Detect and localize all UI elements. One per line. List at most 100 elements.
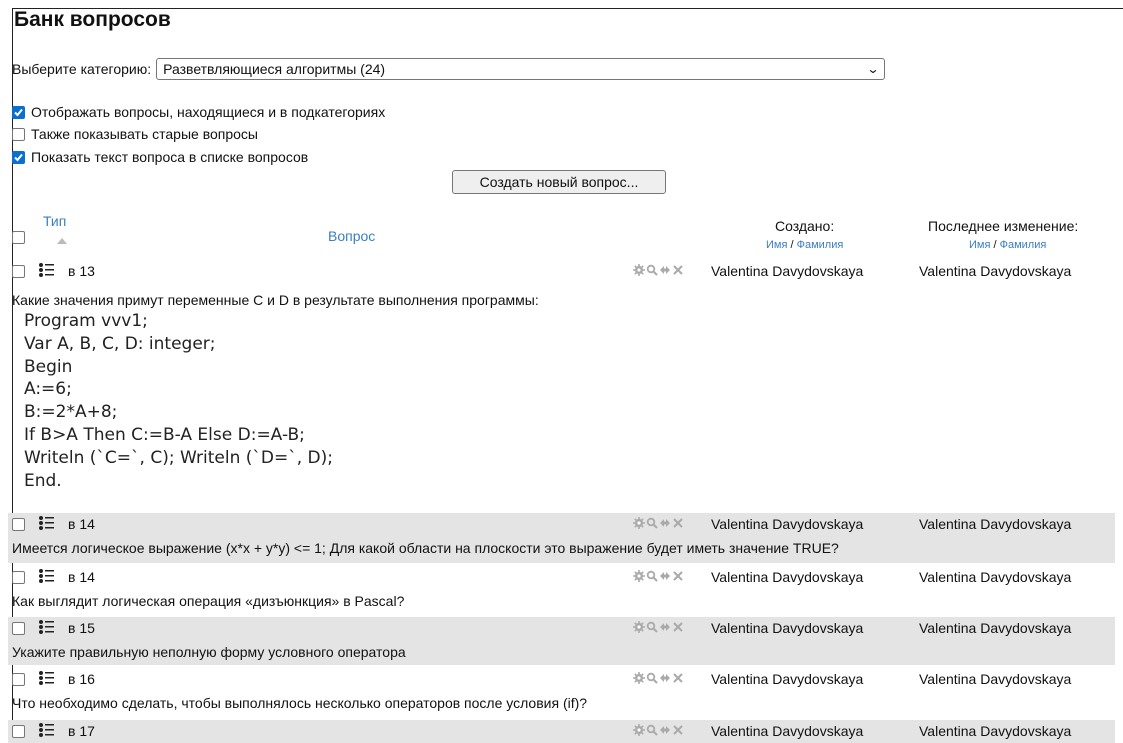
question-code: Program vvv1; Var A, B, C, D: integer; Beg… (24, 310, 333, 492)
question-checkbox[interactable] (12, 518, 25, 531)
question-name: в 16 (68, 671, 95, 687)
sort-type-link[interactable]: Тип (43, 213, 66, 229)
option-label: Показать текст вопроса в списке вопросов (31, 149, 309, 165)
sort-created-first-name[interactable]: Имя (766, 239, 787, 251)
question-name: в 14 (68, 569, 95, 585)
old-questions-checkbox[interactable] (12, 127, 25, 141)
table-header: Тип Вопрос Создано: Имя / Фамилия Послед… (0, 204, 1123, 254)
move-icon[interactable] (659, 672, 671, 684)
created-by: Valentina Davydovskaya (711, 723, 864, 739)
question-actions (633, 672, 684, 684)
question-checkbox[interactable] (12, 673, 25, 686)
option-label: Отображать вопросы, находящиеся и в подк… (31, 104, 386, 120)
multichoice-list-icon (38, 262, 56, 281)
code-line: End. (24, 470, 62, 491)
preview-magnifier-icon[interactable] (646, 672, 658, 684)
question-text: Что необходимо сделать, чтобы выполнялос… (12, 695, 588, 711)
delete-icon[interactable] (672, 724, 684, 736)
question-row-header: в 14 Valentina Davydovskaya Valentina Da… (8, 566, 1115, 588)
code-line: Writeln (`C=`, C); Writeln (`D=`, D); (24, 447, 333, 468)
delete-icon[interactable] (672, 517, 684, 529)
move-icon[interactable] (659, 264, 671, 276)
show-text-checkbox[interactable] (12, 150, 25, 164)
move-icon[interactable] (659, 570, 671, 582)
page-title: Банк вопросов (14, 8, 171, 31)
sort-asc-icon (57, 238, 67, 244)
preview-magnifier-icon[interactable] (646, 724, 658, 736)
question-checkbox[interactable] (12, 622, 25, 635)
modified-by: Valentina Davydovskaya (919, 516, 1072, 532)
edit-gear-icon[interactable] (633, 264, 645, 276)
question-row-header: в 16 Valentina Davydovskaya Valentina Da… (8, 668, 1115, 690)
edit-gear-icon[interactable] (633, 621, 645, 633)
question-row-header: в 13 Valentina Davydovskaya Valentina Da… (8, 260, 1115, 282)
edit-gear-icon[interactable] (633, 570, 645, 582)
select-all-checkbox[interactable] (12, 231, 25, 244)
preview-magnifier-icon[interactable] (646, 517, 658, 529)
question-actions (633, 570, 684, 582)
question-actions (633, 724, 684, 736)
modified-by: Valentina Davydovskaya (919, 620, 1072, 636)
code-line: A:=6; (24, 379, 72, 400)
question-name: в 17 (68, 723, 95, 739)
modified-by: Valentina Davydovskaya (919, 569, 1072, 585)
modified-by: Valentina Davydovskaya (919, 263, 1072, 279)
move-icon[interactable] (659, 517, 671, 529)
option-show-text[interactable]: Показать текст вопроса в списке вопросов (12, 149, 308, 165)
option-old-questions[interactable]: Также показывать старые вопросы (12, 126, 258, 142)
question-checkbox[interactable] (12, 725, 25, 738)
modified-sort: Имя / Фамилия (969, 239, 1046, 251)
sort-modified-first-name[interactable]: Имя (969, 239, 990, 251)
question-row-header: в 15 Valentina Davydovskaya Valentina Da… (8, 617, 1115, 639)
sort-modified-last-name[interactable]: Фамилия (1000, 239, 1047, 251)
chevron-down-icon: ⌄ (866, 62, 880, 76)
created-by: Valentina Davydovskaya (711, 671, 864, 687)
question-row: в 16 Valentina Davydovskaya Valentina Da… (8, 668, 1115, 716)
delete-icon[interactable] (672, 570, 684, 582)
option-label: Также показывать старые вопросы (31, 126, 258, 142)
code-line: Program vvv1; (24, 311, 148, 331)
move-icon[interactable] (659, 621, 671, 633)
sort-question-link[interactable]: Вопрос (328, 228, 375, 244)
delete-icon[interactable] (672, 672, 684, 684)
created-header: Создано: (775, 218, 835, 234)
modified-by: Valentina Davydovskaya (919, 723, 1072, 739)
edit-gear-icon[interactable] (633, 517, 645, 529)
question-checkbox[interactable] (12, 265, 25, 278)
question-row: в 14 Valentina Davydovskaya Valentina Da… (8, 566, 1115, 614)
created-sort: Имя / Фамилия (766, 239, 843, 251)
edit-gear-icon[interactable] (633, 672, 645, 684)
preview-magnifier-icon[interactable] (646, 264, 658, 276)
subcategories-checkbox[interactable] (12, 105, 25, 119)
code-line: If B>A Then C:=B-A Else D:=A-B; (24, 424, 305, 445)
question-text: Укажите правильную неполную форму условн… (12, 644, 406, 660)
question-text: Как выглядит логическая операция «дизъюн… (12, 593, 405, 609)
category-select[interactable]: Разветвляющиеся алгоритмы (24) ⌄ (156, 58, 886, 80)
sort-separator: / (787, 239, 797, 251)
delete-icon[interactable] (672, 264, 684, 276)
delete-icon[interactable] (672, 621, 684, 633)
created-by: Valentina Davydovskaya (711, 569, 864, 585)
created-by: Valentina Davydovskaya (711, 263, 864, 279)
question-actions (633, 621, 684, 633)
sort-created-last-name[interactable]: Фамилия (797, 239, 844, 251)
question-name: в 14 (68, 516, 95, 532)
question-actions (633, 517, 684, 529)
preview-magnifier-icon[interactable] (646, 621, 658, 633)
created-by: Valentina Davydovskaya (711, 620, 864, 636)
question-row-header: в 17 Valentina Davydovskaya Valentina Da… (8, 720, 1115, 742)
multichoice-list-icon (38, 619, 56, 638)
question-row: в 17 Valentina Davydovskaya Valentina Da… (8, 720, 1115, 743)
question-name: в 13 (68, 263, 95, 279)
create-question-button[interactable]: Создать новый вопрос... (452, 170, 666, 194)
code-line: Var A, B, C, D: integer; (24, 333, 216, 354)
option-subcategories[interactable]: Отображать вопросы, находящиеся и в подк… (12, 104, 385, 120)
question-text: Какие значения примут переменные C и D в… (12, 292, 539, 308)
sort-separator: / (990, 239, 1000, 251)
move-icon[interactable] (659, 724, 671, 736)
question-row: в 14 Valentina Davydovskaya Valentina Da… (8, 513, 1115, 563)
preview-magnifier-icon[interactable] (646, 570, 658, 582)
multichoice-list-icon (38, 515, 56, 534)
edit-gear-icon[interactable] (633, 724, 645, 736)
question-checkbox[interactable] (12, 571, 25, 584)
